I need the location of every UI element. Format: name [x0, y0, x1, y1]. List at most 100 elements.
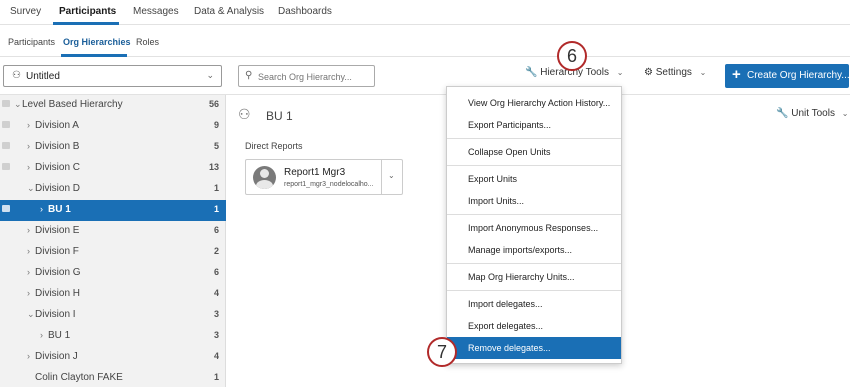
menu-item[interactable]: Import Anonymous Responses... — [447, 217, 621, 239]
tree-row-label: Division C — [35, 162, 81, 173]
tree-row[interactable]: ⌄ Level Based Hierarchy 56 — [0, 95, 226, 116]
toolbar: ⚇ Untitled ⌄ ⚲ 🔧 Hierarchy Tools ⌄ ⚙ Set… — [0, 57, 850, 95]
wrench-icon: 🔧 — [525, 67, 538, 78]
report-card[interactable]: Report1 Mgr3 report1_mgr3_nodelocalho...… — [245, 159, 403, 195]
unit-title: BU 1 — [266, 109, 293, 123]
tab-data-analysis[interactable]: Data & Analysis — [194, 6, 264, 17]
chevron-down-icon[interactable]: ⌄ — [14, 99, 22, 110]
tree-row[interactable]: Colin Clayton FAKE 1 — [0, 368, 226, 387]
lock-icon — [2, 205, 10, 212]
tree-row-label: Division B — [35, 141, 80, 152]
tree-row[interactable]: › Division A 9 — [0, 116, 226, 137]
tree-row-count: 1 — [213, 204, 219, 214]
menu-item-label: Import delegates... — [468, 299, 543, 309]
divider — [381, 160, 382, 194]
tree-row[interactable]: ⌄ Division I 3 — [0, 305, 226, 326]
chevron-right-icon[interactable]: › — [40, 204, 43, 214]
tree-row[interactable]: › Division J 4 — [0, 347, 226, 368]
menu-item-label: Manage imports/exports... — [468, 245, 573, 255]
chevron-right-icon[interactable]: › — [27, 162, 30, 172]
people-icon: ⚇ — [12, 70, 21, 81]
tree-row[interactable]: › Division H 4 — [0, 284, 226, 305]
chevron-right-icon[interactable]: › — [27, 351, 30, 361]
unit-tools-button[interactable]: 🔧 Unit Tools ⌄ — [776, 108, 848, 119]
chevron-down-icon: ⌄ — [616, 68, 624, 77]
search-input[interactable] — [258, 69, 370, 84]
tree-row-count: 5 — [213, 141, 219, 151]
menu-item[interactable]: Collapse Open Units — [447, 141, 621, 163]
tree-row[interactable]: ⌄ Division D 1 — [0, 179, 226, 200]
tree-row[interactable]: › Division F 2 — [0, 242, 226, 263]
top-nav-tabs: Survey Participants Messages Data & Anal… — [0, 0, 850, 25]
chevron-right-icon[interactable]: › — [27, 141, 30, 151]
menu-separator — [447, 214, 621, 215]
chevron-down-icon[interactable]: ⌄ — [388, 171, 395, 180]
menu-item[interactable]: Import Units... — [447, 190, 621, 212]
subtab-roles[interactable]: Roles — [136, 37, 159, 47]
chevron-down-icon[interactable]: ⌄ — [27, 183, 35, 194]
menu-item[interactable]: Import delegates... — [447, 293, 621, 315]
direct-reports-label: Direct Reports — [245, 141, 303, 151]
tree-row-count: 9 — [213, 120, 219, 130]
search-icon: ⚲ — [245, 70, 253, 81]
tree-row-count: 1 — [213, 372, 219, 382]
chevron-right-icon[interactable]: › — [40, 330, 43, 340]
create-org-hierarchy-button[interactable]: + Create Org Hierarchy... — [725, 64, 850, 88]
tree-row-label: Division J — [35, 351, 78, 362]
tree-row[interactable]: › BU 1 3 — [0, 326, 226, 347]
menu-separator — [447, 165, 621, 166]
menu-item[interactable]: Export Units — [447, 168, 621, 190]
tree-row[interactable]: › Division G 6 — [0, 263, 226, 284]
chevron-right-icon[interactable]: › — [27, 267, 30, 277]
tab-messages[interactable]: Messages — [133, 6, 179, 17]
chevron-down-icon[interactable]: ⌄ — [27, 309, 35, 320]
tree-row-label: Division I — [35, 309, 76, 320]
menu-item[interactable]: Export delegates... — [447, 315, 621, 337]
tree-row-count: 2 — [213, 246, 219, 256]
tree-row-label: Colin Clayton FAKE — [35, 372, 123, 383]
menu-separator — [447, 138, 621, 139]
tab-participants[interactable]: Participants — [59, 6, 116, 17]
settings-button[interactable]: ⚙ Settings ⌄ — [644, 67, 706, 78]
tree-row[interactable]: › Division C 13 — [0, 158, 226, 179]
lock-icon — [2, 100, 10, 107]
tree-row-label: Division F — [35, 246, 79, 257]
subtab-participants[interactable]: Participants — [8, 37, 55, 47]
tree-row-label: Division E — [35, 225, 80, 236]
chevron-right-icon[interactable]: › — [27, 120, 30, 130]
tree-row-count: 6 — [213, 267, 219, 277]
tree-row[interactable]: › BU 1 1 — [0, 200, 226, 221]
chevron-down-icon: ⌄ — [699, 68, 707, 77]
chevron-right-icon[interactable]: › — [27, 246, 30, 256]
tab-dashboards[interactable]: Dashboards — [278, 6, 332, 17]
menu-item[interactable]: Remove delegates... — [447, 337, 621, 359]
subtab-org-hierarchies[interactable]: Org Hierarchies — [63, 37, 131, 47]
menu-item-label: Remove delegates... — [468, 343, 551, 353]
menu-item-label: View Org Hierarchy Action History... — [468, 98, 611, 108]
lock-icon — [2, 163, 10, 170]
tree-row-label: BU 1 — [48, 204, 71, 215]
tree-row-label: Division H — [35, 288, 81, 299]
step-badge-6: 6 — [557, 41, 587, 71]
menu-item[interactable]: Export Participants... — [447, 114, 621, 136]
step-badge-7: 7 — [427, 337, 457, 367]
search-box: ⚲ — [238, 65, 375, 87]
tree-row[interactable]: › Division E 6 — [0, 221, 226, 242]
tree-row-count: 13 — [208, 162, 219, 172]
tree-row[interactable]: › Division B 5 — [0, 137, 226, 158]
plus-icon: + — [732, 66, 741, 83]
menu-item-label: Import Anonymous Responses... — [468, 223, 599, 233]
chevron-down-icon: ⌄ — [841, 109, 849, 118]
hierarchy-tools-menu: View Org Hierarchy Action History... Expo… — [446, 86, 622, 364]
chevron-right-icon[interactable]: › — [27, 225, 30, 235]
menu-separator — [447, 290, 621, 291]
tab-survey[interactable]: Survey — [10, 6, 41, 17]
hierarchy-select[interactable]: ⚇ Untitled ⌄ — [3, 65, 222, 87]
menu-item[interactable]: Manage imports/exports... — [447, 239, 621, 261]
create-button-label: Create Org Hierarchy... — [747, 70, 850, 81]
chevron-right-icon[interactable]: › — [27, 288, 30, 298]
menu-separator — [447, 263, 621, 264]
menu-item[interactable]: View Org Hierarchy Action History... — [447, 92, 621, 114]
sub-nav-tabs: Participants Org Hierarchies Roles — [0, 25, 850, 57]
menu-item[interactable]: Map Org Hierarchy Units... — [447, 266, 621, 288]
